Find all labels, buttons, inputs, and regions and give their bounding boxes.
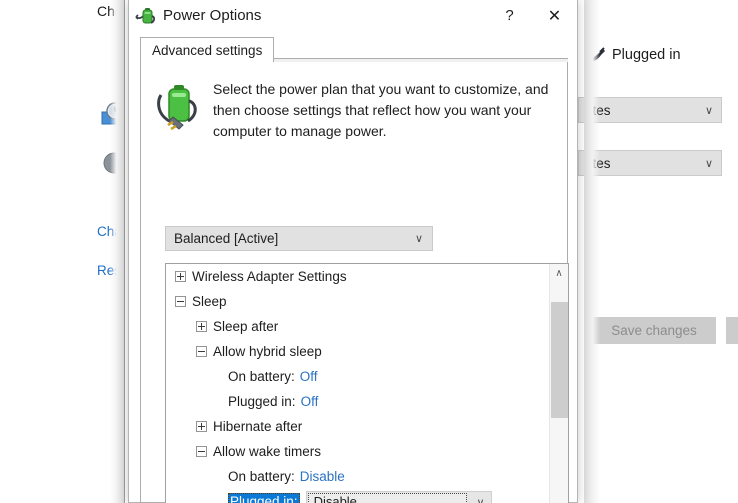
tree-node-label: Allow wake timers [213, 444, 322, 459]
tree-setting-value: Off [300, 394, 319, 409]
secondary-button-partial[interactable] [726, 317, 738, 344]
scrollbar-thumb[interactable] [551, 302, 568, 418]
tree-setting-label: On battery: [228, 469, 295, 484]
tree-row[interactable]: On battery: Disable [166, 464, 549, 489]
screen: Cho Plugged in utes ∨ utes ∨ Cha Res Sav… [0, 0, 738, 503]
tree-row[interactable]: Plugged in: Disable ∨ [166, 489, 549, 503]
tree-setting-label-selected: Plugged in: [228, 492, 300, 503]
expand-icon[interactable] [175, 271, 186, 282]
tab-advanced-settings[interactable]: Advanced settings [140, 37, 275, 62]
tabstrip: Advanced settings Select the power plan … [140, 37, 569, 503]
power-plug-battery-icon [135, 7, 156, 24]
save-changes-button[interactable]: Save changes [592, 317, 716, 344]
background-plugged-in-column: Plugged in [612, 47, 681, 63]
tree-scrollbar[interactable]: ∧ ∨ [549, 264, 568, 503]
tree-row[interactable]: Plugged in: Off [166, 389, 549, 414]
dialog-shadow-left [110, 0, 124, 503]
collapse-icon[interactable] [196, 446, 207, 457]
chevron-down-icon: ∨ [704, 157, 713, 170]
tree-setting-value: Off [299, 369, 318, 384]
dialog-shadow-right [584, 0, 600, 503]
caption-buttons: ? ✕ [487, 1, 577, 31]
tree-setting-value: Disable [299, 469, 345, 484]
dialog-titlebar: Power Options ? ✕ [129, 0, 577, 31]
description-text: Select the power plan that you want to c… [213, 81, 549, 139]
tree-list: Wireless Adapter Settings Sleep Sleep afte… [166, 264, 549, 503]
tree-setting-label: On battery: [228, 369, 295, 384]
setting-value-select-value: Disable [307, 493, 467, 503]
tree-node-label: Sleep after [213, 319, 279, 334]
tree-row[interactable]: Allow hybrid sleep [166, 339, 549, 364]
description-row: Select the power plan that you want to c… [155, 79, 555, 142]
scroll-up-icon[interactable]: ∧ [550, 264, 568, 282]
collapse-icon[interactable] [175, 296, 186, 307]
expand-icon[interactable] [196, 321, 207, 332]
power-plan-select[interactable]: Balanced [Active] ∨ [165, 226, 433, 251]
background-divider-left [124, 0, 125, 503]
tree-row[interactable]: On battery: Off [166, 364, 549, 389]
dialog-title: Power Options [163, 7, 262, 24]
help-button[interactable]: ? [487, 1, 532, 31]
tree-row[interactable]: Hibernate after [166, 414, 549, 439]
close-icon[interactable]: ✕ [532, 1, 577, 31]
tree-row[interactable]: Sleep after [166, 314, 549, 339]
chevron-down-icon[interactable]: ∨ [477, 496, 485, 503]
collapse-icon[interactable] [196, 346, 207, 357]
battery-plug-icon [157, 85, 197, 131]
tree-node-label: Wireless Adapter Settings [192, 269, 347, 284]
power-plan-select-value: Balanced [Active] [174, 231, 279, 246]
tree-node-label: Sleep [192, 294, 227, 309]
tree-setting-label: Plugged in: [228, 394, 296, 409]
expand-icon[interactable] [196, 421, 207, 432]
tree-row[interactable]: Sleep [166, 289, 549, 314]
chevron-down-icon: ∨ [414, 233, 423, 245]
tree-row[interactable]: Allow wake timers [166, 439, 549, 464]
tree-node-label: Hibernate after [213, 419, 303, 434]
tab-row: Advanced settings [140, 37, 568, 62]
chevron-down-icon: ∨ [704, 104, 713, 117]
advanced-settings-tree[interactable]: Wireless Adapter Settings Sleep Sleep afte… [165, 263, 569, 503]
tab-panel-advanced-settings: Select the power plan that you want to c… [140, 61, 569, 503]
power-options-dialog: Power Options ? ✕ Advanced settings Sele… [128, 0, 578, 503]
tree-row[interactable]: Wireless Adapter Settings [166, 264, 549, 289]
setting-value-select[interactable]: Disable ∨ [305, 491, 492, 503]
tree-node-label: Allow hybrid sleep [213, 344, 322, 359]
